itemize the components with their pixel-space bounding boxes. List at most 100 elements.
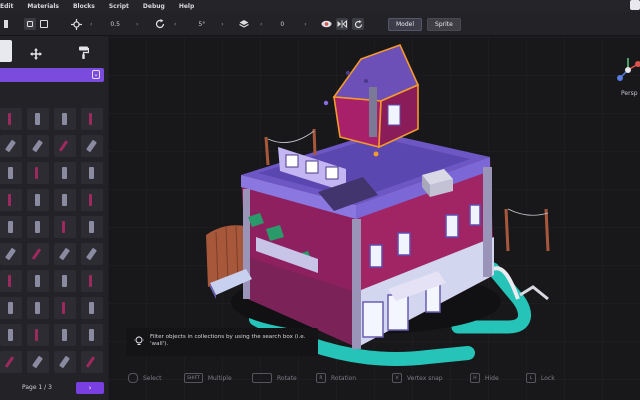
block-tile[interactable] (0, 189, 22, 211)
move-increase-button[interactable]: › (136, 21, 138, 28)
block-tile[interactable] (27, 243, 49, 265)
menu-help[interactable]: Help (173, 3, 202, 10)
block-tile[interactable] (81, 351, 103, 373)
block-tile[interactable] (54, 162, 76, 184)
layer-decrease-button[interactable]: ‹ (260, 21, 262, 28)
block-tile[interactable] (27, 216, 49, 238)
block-tile[interactable] (0, 270, 22, 292)
menu-blocks[interactable]: Blocks (67, 3, 103, 10)
move-snap-value[interactable]: 0.5 (110, 21, 120, 28)
wall-piece-icon (35, 329, 38, 341)
block-tile[interactable] (0, 243, 22, 265)
box-select-icon[interactable] (24, 18, 36, 30)
block-tile[interactable] (54, 270, 76, 292)
model-mode-button[interactable]: Model (388, 17, 423, 31)
block-tile[interactable] (27, 189, 49, 211)
rotate-increase-button[interactable]: › (221, 21, 223, 28)
mirror-icon[interactable] (336, 18, 348, 30)
wall-piece-icon (89, 113, 92, 125)
wall-piece-icon (5, 247, 16, 261)
wall-piece-icon (8, 113, 11, 125)
move-tool-icon[interactable] (30, 45, 42, 64)
block-tile[interactable] (54, 189, 76, 211)
wall-piece-icon (89, 221, 94, 233)
orientation-gizmo[interactable] (614, 56, 640, 88)
block-tile[interactable] (54, 351, 76, 373)
wall-piece-icon (8, 302, 13, 314)
tip-tooltip: Filter objects in collections by using t… (126, 328, 318, 356)
block-tile[interactable] (81, 243, 103, 265)
l-key-icon: L (526, 373, 536, 383)
collection-dropdown[interactable]: ⌄ (0, 68, 104, 82)
hint-lock: L Lock (526, 371, 555, 385)
rotate-snap-value[interactable]: 5° (198, 21, 205, 28)
wall-piece-icon (89, 194, 92, 206)
block-tile[interactable] (54, 108, 76, 130)
box-outline-icon[interactable] (38, 18, 50, 30)
sprite-mode-button[interactable]: Sprite (427, 17, 461, 31)
block-tile[interactable] (27, 135, 49, 157)
block-tile[interactable] (81, 216, 103, 238)
wall-piece-icon (62, 302, 65, 314)
block-tile[interactable] (0, 351, 22, 373)
rotate-icon (154, 18, 166, 30)
block-tile[interactable] (81, 189, 103, 211)
block-tile[interactable] (54, 243, 76, 265)
mode-group: Model Sprite (388, 12, 461, 36)
layer-increase-button[interactable]: › (304, 21, 306, 28)
tooltip-text: Filter objects in collections by using t… (150, 334, 306, 347)
rotate-decrease-button[interactable]: ‹ (174, 21, 176, 28)
refresh-icon[interactable] (352, 18, 364, 30)
block-tile[interactable] (27, 108, 49, 130)
block-tile[interactable] (0, 162, 22, 184)
block-tile[interactable] (0, 108, 22, 130)
block-tile[interactable] (81, 135, 103, 157)
tab-blocks[interactable] (0, 40, 12, 62)
block-tile[interactable] (27, 324, 49, 346)
wall-piece-icon (35, 275, 40, 287)
rotate-snap-group: ‹ 5° › (154, 12, 224, 36)
block-tile[interactable] (54, 297, 76, 319)
menu-script[interactable]: Script (103, 3, 137, 10)
move-decrease-button[interactable]: ‹ (90, 21, 92, 28)
block-tile[interactable] (0, 135, 22, 157)
hint-rotation-label: Rotation (331, 374, 357, 382)
block-tile[interactable] (27, 270, 49, 292)
block-tile[interactable] (81, 270, 103, 292)
block-tile[interactable] (27, 351, 49, 373)
eye-icon[interactable] (320, 18, 332, 30)
wall-piece-icon (86, 247, 97, 261)
block-tile[interactable] (54, 135, 76, 157)
wall-piece-icon (8, 221, 13, 233)
block-tile[interactable] (54, 324, 76, 346)
layer-value[interactable]: 0 (280, 21, 284, 28)
paint-roller-icon[interactable] (78, 44, 90, 63)
block-tile[interactable] (27, 297, 49, 319)
pointer-icon[interactable] (0, 18, 12, 30)
wall-piece-icon (8, 167, 13, 179)
wall-piece-icon (35, 113, 40, 125)
view-mode-label[interactable]: Persp (621, 90, 638, 97)
block-tile[interactable] (54, 216, 76, 238)
spacebar-key-icon (252, 373, 272, 383)
block-tile[interactable] (0, 324, 22, 346)
block-tile[interactable] (0, 216, 22, 238)
menu-materials[interactable]: Materials (21, 3, 67, 10)
hint-multiple: SHIFT Multiple (184, 371, 232, 385)
block-tile[interactable] (0, 297, 22, 319)
wall-piece-icon (89, 302, 94, 314)
block-tile[interactable] (27, 162, 49, 184)
menu-edit[interactable]: Edit (0, 3, 21, 10)
menu-debug[interactable]: Debug (137, 3, 173, 10)
wall-piece-icon (62, 221, 65, 233)
wall-piece-icon (62, 167, 67, 179)
block-tile[interactable] (81, 297, 103, 319)
select-mode-group (0, 12, 50, 36)
layer-group: ‹ 0 › (238, 12, 307, 36)
block-tile[interactable] (81, 108, 103, 130)
block-tile[interactable] (81, 162, 103, 184)
hint-multiple-label: Multiple (207, 374, 232, 382)
next-page-button[interactable]: › (76, 382, 104, 394)
move-snap-group: ‹ 0.5 › (70, 12, 138, 36)
block-tile[interactable] (81, 324, 103, 346)
